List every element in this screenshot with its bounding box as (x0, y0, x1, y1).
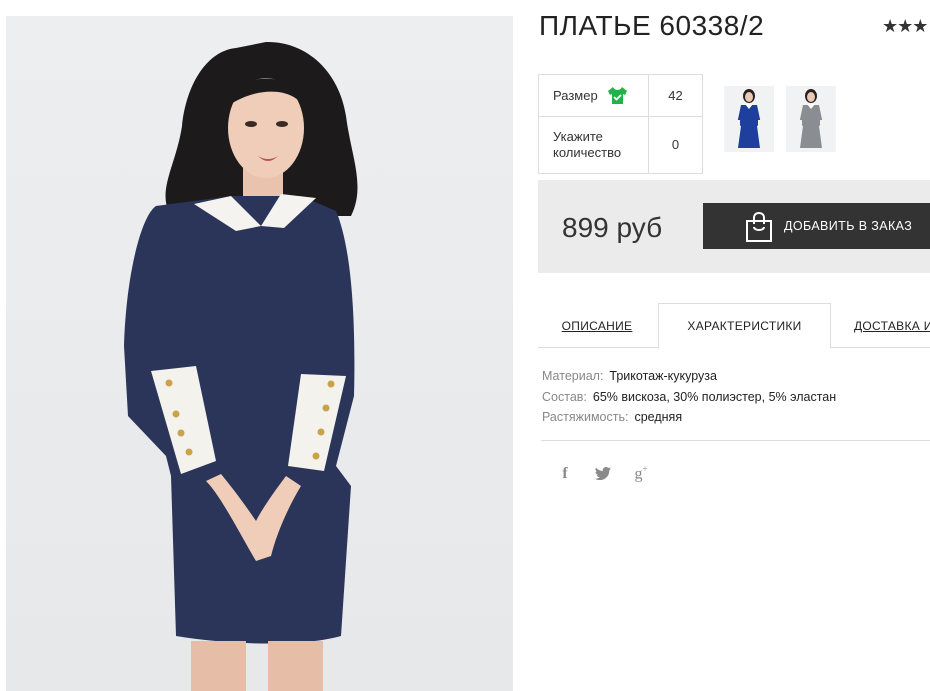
shopping-bag-icon (746, 212, 772, 242)
size-label: Размер (553, 88, 598, 103)
specs-list: Материал: Трикотаж-кукуруза Состав: 65% ви… (542, 366, 836, 428)
spec-value: Трикотаж-кукуруза (609, 369, 717, 383)
spec-key: Материал: (542, 369, 604, 383)
facebook-icon[interactable]: f (556, 465, 574, 483)
shirt-check-icon[interactable] (607, 87, 627, 104)
quantity-value[interactable]: 0 (648, 116, 703, 174)
product-tabs: ОПИСАНИЕ ХАРАКТЕРИСТИКИ ДОСТАВКА И (538, 303, 930, 349)
product-photo (6, 16, 513, 691)
size-value[interactable]: 42 (648, 74, 703, 117)
tab-delivery[interactable]: ДОСТАВКА И (854, 303, 930, 348)
spec-value: средняя (634, 410, 683, 424)
divider (541, 440, 930, 441)
thumbnail-blue-dress[interactable] (724, 86, 774, 152)
product-title: ПЛАТЬЕ 60338/2 (539, 10, 765, 41)
social-share: f g+ (556, 464, 650, 483)
quantity-row: Укажите количество 0 (538, 116, 703, 174)
add-to-order-label: ДОБАВИТЬ В ЗАКАЗ (784, 219, 913, 233)
thumbnail-image (724, 86, 774, 152)
add-to-order-button[interactable]: ДОБАВИТЬ В ЗАКАЗ (703, 203, 930, 249)
price-panel: 899 руб ДОБАВИТЬ В ЗАКАЗ (538, 180, 930, 273)
spec-composition: Состав: 65% вискоза, 30% полиэстер, 5% эл… (542, 387, 836, 408)
tab-description[interactable]: ОПИСАНИЕ (558, 303, 636, 348)
twitter-icon[interactable] (594, 467, 612, 481)
spec-material: Материал: Трикотаж-кукуруза (542, 366, 836, 387)
spec-key: Состав: (542, 389, 587, 404)
spec-key: Растяжимость: (542, 410, 629, 424)
tab-characteristics[interactable]: ХАРАКТЕРИСТИКИ (658, 303, 831, 349)
google-plus-icon[interactable]: g+ (632, 464, 650, 483)
quantity-label: Укажите количество (538, 116, 649, 174)
thumbnail-grey-dress[interactable] (786, 86, 836, 152)
spec-stretch: Растяжимость: средняя (542, 407, 836, 428)
product-page: ПЛАТЬЕ 60338/2 ★★★ Размер 42 Укажите кол… (0, 0, 930, 691)
rating-stars[interactable]: ★★★ (882, 16, 928, 37)
spec-value: 65% вискоза, 30% полиэстер, 5% эластан (592, 389, 837, 404)
size-row: Размер 42 (538, 74, 703, 117)
thumbnail-image (786, 86, 836, 152)
model-in-dress-image (124, 41, 358, 691)
price: 899 руб (562, 212, 663, 243)
size-label-cell: Размер (538, 74, 649, 117)
options-table: Размер 42 Укажите количество 0 (538, 74, 703, 174)
